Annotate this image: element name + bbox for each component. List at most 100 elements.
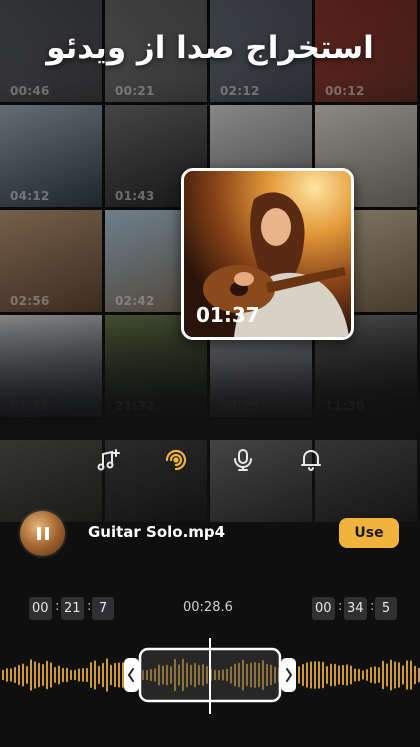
waveform-bar (62, 667, 64, 683)
waveform-bar (78, 668, 80, 682)
start-minutes-field[interactable]: 21 (61, 597, 84, 620)
waveform-bar (74, 669, 76, 681)
waveform-bar (342, 664, 344, 686)
waveform-bar (38, 662, 40, 688)
waveform-bar (410, 660, 412, 690)
selection-duration: 00:28.6 (183, 600, 233, 615)
file-name: Guitar Solo.mp4 (88, 523, 226, 541)
waveform-bar (114, 662, 116, 688)
waveform-bar (46, 660, 48, 690)
waveform-bar (394, 661, 396, 689)
waveform-bar (106, 658, 108, 692)
use-button[interactable]: Use (339, 518, 399, 548)
waveform-bar (18, 664, 20, 686)
waveform-bar (350, 665, 352, 685)
waveform-bar (406, 660, 408, 690)
end-seconds-field[interactable]: 5 (375, 597, 397, 620)
selected-video-card[interactable]: 01:37 (181, 168, 354, 340)
video-duration: 01:48 (10, 399, 50, 413)
waveform-bar (118, 662, 120, 688)
video-duration: 11:30 (325, 399, 365, 413)
pause-icon (35, 527, 51, 540)
time-separator: : (370, 599, 375, 614)
video-thumbnail[interactable]: 02:56 (0, 210, 102, 312)
start-seconds-field[interactable]: 7 (92, 597, 114, 620)
microphone-icon[interactable] (228, 445, 258, 475)
waveform-bar (398, 662, 400, 688)
waveform-bar (378, 667, 380, 683)
time-separator: : (87, 599, 92, 614)
video-thumbnail[interactable]: 04:12 (0, 105, 102, 207)
video-duration: 00:46 (10, 84, 50, 98)
page-title: استخراج صدا از ویدئو (46, 30, 374, 66)
waveform-bar (346, 664, 348, 686)
video-duration: 04:12 (10, 189, 50, 203)
waveform-bar (34, 661, 36, 689)
waveform-bar (50, 662, 52, 688)
waveform-bar (86, 667, 88, 683)
waveform-bar (102, 662, 104, 688)
end-minutes-field[interactable]: 34 (344, 597, 367, 620)
time-separator: : (55, 599, 60, 614)
waveform-bar (334, 663, 336, 687)
waveform-bar (298, 666, 300, 684)
waveform-bar (70, 669, 72, 681)
waveform-bar (374, 666, 376, 684)
waveform-bar (22, 663, 24, 687)
waveform-bar (366, 668, 368, 682)
waveform-bar (314, 661, 316, 689)
waveform-bar (30, 659, 32, 691)
waveform-bar (386, 663, 388, 687)
waveform-bar (370, 667, 372, 683)
video-duration: 21:32 (115, 399, 155, 413)
waveform-bar (382, 660, 384, 690)
waveform-bar (326, 666, 328, 684)
left-trim-handle[interactable] (124, 658, 139, 692)
waveform-bar (362, 670, 364, 680)
selected-video-duration: 01:37 (196, 303, 260, 327)
waveform-bar (322, 661, 324, 689)
music-add-icon[interactable] (93, 445, 123, 475)
waveform-bar (318, 661, 320, 689)
waveform-bar (90, 661, 92, 689)
video-duration: 02:12 (220, 84, 260, 98)
waveform-bar (306, 662, 308, 688)
waveform-bar (414, 665, 416, 685)
waveform-bar (330, 663, 332, 687)
waveform-bar (6, 668, 8, 682)
start-hours-field[interactable]: 00 (29, 597, 52, 620)
waveform-bar (66, 667, 68, 683)
waveform-bar (82, 668, 84, 682)
waveform-bar (354, 668, 356, 682)
waveform-bar (2, 669, 4, 681)
waveform-bar (110, 664, 112, 686)
waveform-bar (94, 660, 96, 690)
bell-icon[interactable] (296, 445, 326, 475)
video-duration: 02:42 (115, 294, 155, 308)
waveform-bar (358, 668, 360, 682)
waveform-bar (26, 666, 28, 684)
audio-tools-toolbar (0, 440, 420, 480)
video-duration: 02:56 (10, 294, 50, 308)
pause-button[interactable] (20, 511, 65, 556)
waveform-bar (402, 665, 404, 685)
waveform-bar (58, 665, 60, 685)
audio-extract-icon[interactable] (161, 445, 191, 475)
waveform-bar (122, 662, 124, 688)
waveform-bar (390, 659, 392, 691)
time-separator: : (338, 599, 343, 614)
waveform-bar (42, 664, 44, 686)
waveform-bar (10, 668, 12, 682)
waveform-bar (14, 666, 16, 684)
waveform-bar (302, 663, 304, 687)
video-duration: 00:21 (115, 84, 155, 98)
video-duration: 01:43 (115, 189, 155, 203)
waveform-bar (310, 661, 312, 689)
right-trim-handle[interactable] (281, 658, 296, 692)
video-duration: 00:12 (325, 84, 365, 98)
video-duration: 09:25 (220, 399, 260, 413)
end-hours-field[interactable]: 00 (312, 597, 335, 620)
audio-waveform[interactable] (0, 636, 420, 716)
video-thumbnail[interactable]: 01:48 (0, 315, 102, 417)
waveform-bar (338, 665, 340, 685)
